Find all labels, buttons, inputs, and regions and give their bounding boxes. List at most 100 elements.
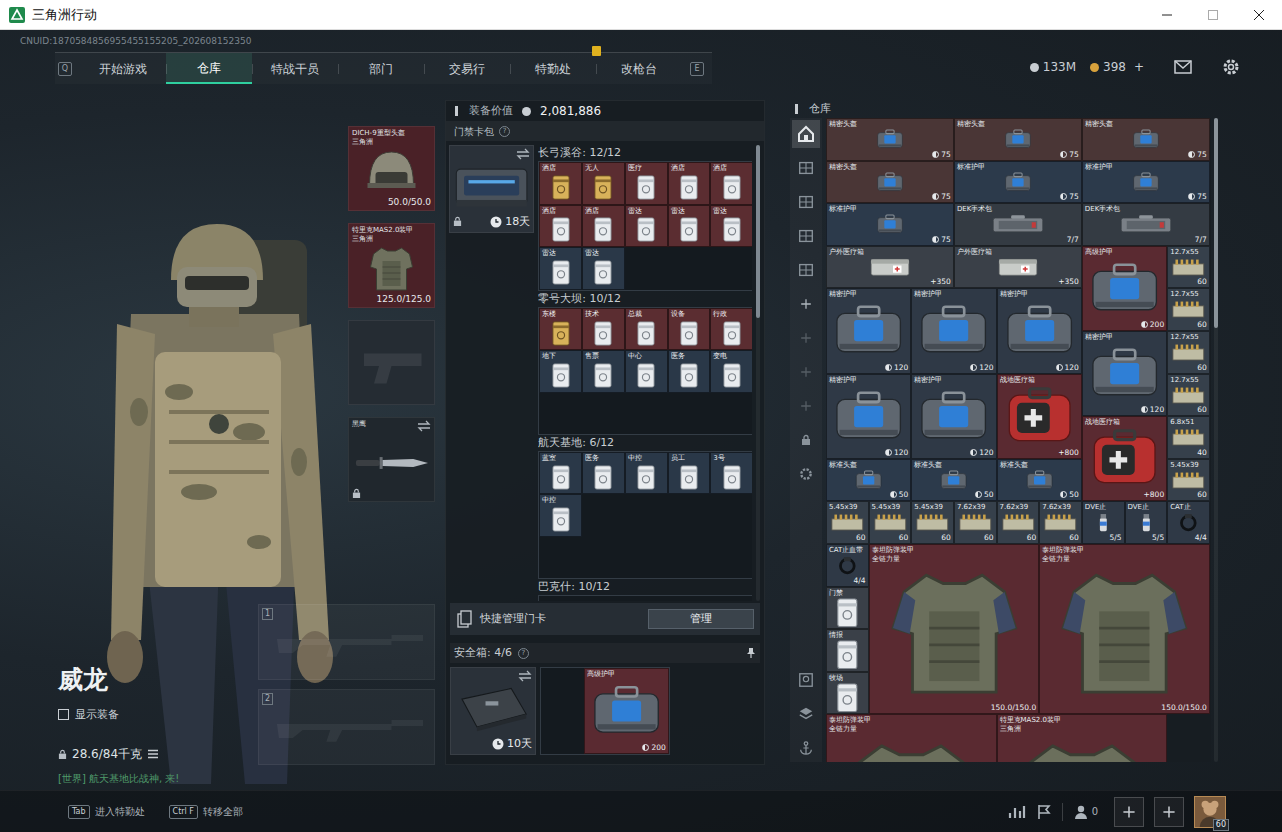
inventory-item[interactable]: 12.7x5560 [1167, 288, 1210, 331]
sidebar-tab[interactable] [792, 358, 820, 386]
equipment-slot[interactable]: 特里克MAS2.0装甲三角洲125.0/125.0 [348, 223, 435, 308]
nav-tab[interactable]: 交易行 [424, 53, 510, 84]
help-button[interactable]: ? [499, 126, 510, 137]
keycard[interactable]: 变电 [710, 350, 752, 393]
inventory-item[interactable]: 5.45x3960 [911, 501, 954, 544]
inventory-item[interactable]: 户外医疗箱+350 [954, 246, 1082, 289]
keycard[interactable]: 酒店 [582, 205, 625, 248]
inventory-item[interactable]: DVE止5/5 [1082, 501, 1125, 544]
swap-icon[interactable] [516, 148, 530, 160]
key-hint[interactable]: Ctrl F转移全部 [169, 804, 243, 819]
inventory-item[interactable]: 牧场 [826, 672, 869, 715]
show-gear-toggle[interactable]: 显示装备 [58, 707, 258, 724]
checkbox[interactable] [58, 709, 69, 720]
inventory-item[interactable]: 标准护甲75 [826, 203, 954, 246]
inventory-item[interactable]: 特里克MAS2.0装甲三角洲 [997, 714, 1168, 762]
keycard[interactable]: 员工 [668, 452, 711, 495]
keycard[interactable]: 3号 [710, 452, 752, 495]
friends-count[interactable]: 0 [1073, 804, 1098, 820]
weapon-slot[interactable]: 1 [258, 604, 435, 680]
manage-button[interactable]: 管理 [648, 609, 754, 630]
inventory-item[interactable]: 精密护甲120 [911, 374, 996, 459]
equipment-slot[interactable]: DICH-9重型头盔三角洲50.0/50.0 [348, 126, 435, 211]
sidebar-tab[interactable] [792, 426, 820, 454]
pin-icon[interactable] [746, 647, 756, 659]
keycard[interactable]: 酒店 [668, 162, 711, 205]
inventory-item[interactable]: 5.45x3960 [869, 501, 912, 544]
inventory-item[interactable]: 标准头盔50 [826, 459, 911, 502]
keycard[interactable]: 酒店 [539, 162, 582, 205]
keycard[interactable]: 设备 [668, 308, 711, 351]
inventory-item[interactable]: 7.62x3960 [997, 501, 1040, 544]
sidebar-tab[interactable] [792, 256, 820, 284]
inventory-item[interactable]: 泰坦防弹装甲全链力量150.0/150.0 [869, 544, 1040, 714]
keycard[interactable]: 蓝室 [539, 452, 582, 495]
nav-tab[interactable]: 开始游戏 [80, 53, 166, 84]
maximize-icon[interactable] [1190, 0, 1236, 30]
sidebar-tab[interactable] [792, 392, 820, 420]
swap-icon[interactable] [518, 670, 532, 682]
scroll-thumb[interactable] [756, 145, 760, 318]
keycard[interactable]: 无人 [582, 162, 625, 205]
inventory-item[interactable]: 泰坦防弹装甲全链力量150.0/150.0 [1039, 544, 1210, 714]
nav-tab[interactable]: 改枪台 [596, 53, 682, 84]
keycard[interactable]: 行政 [710, 308, 752, 351]
inventory-item[interactable]: CAT止4/4 [1167, 501, 1210, 544]
nav-tab[interactable]: 特战干员 [252, 53, 338, 84]
keycard[interactable]: 医疗 [625, 162, 668, 205]
sidebar-tab[interactable] [792, 324, 820, 352]
keycard[interactable]: 地下 [539, 350, 582, 393]
close-icon[interactable] [1236, 0, 1282, 30]
inventory-item[interactable]: 12.7x5560 [1167, 331, 1210, 374]
inventory-item[interactable]: 精密护甲120 [1082, 331, 1167, 416]
inventory-item[interactable]: 精密护甲120 [826, 288, 911, 373]
keycard-pack[interactable]: 18天 [449, 145, 534, 233]
next-key[interactable]: E [690, 62, 704, 76]
chart-icon[interactable] [1008, 804, 1026, 820]
sidebar-tab[interactable] [792, 734, 820, 762]
inventory-item[interactable]: 户外医疗箱+350 [826, 246, 954, 289]
list-icon[interactable] [147, 749, 159, 759]
inventory-item[interactable]: DEK手术包7/7 [954, 203, 1082, 246]
inventory-item[interactable]: 5.45x3960 [1167, 459, 1210, 502]
add-teammate-icon[interactable] [1114, 797, 1144, 827]
inventory-item[interactable]: 精密头盔75 [954, 118, 1082, 161]
sidebar-tab[interactable] [792, 222, 820, 250]
inventory-item[interactable]: 精密头盔75 [826, 118, 954, 161]
keycard[interactable]: 技术 [582, 308, 625, 351]
scrollbar[interactable] [756, 145, 760, 601]
inventory-item[interactable]: 精密头盔75 [1082, 118, 1210, 161]
prev-key[interactable]: Q [58, 62, 72, 76]
inventory-item[interactable]: DVE止5/5 [1125, 501, 1168, 544]
keycard[interactable]: 酒店 [710, 162, 752, 205]
inventory-item[interactable]: 精密护甲120 [826, 374, 911, 459]
player-avatar[interactable]: 60 [1194, 796, 1226, 828]
minimize-icon[interactable] [1144, 0, 1190, 30]
swap-icon[interactable] [417, 420, 431, 432]
weapon-slot[interactable]: 2 [258, 689, 435, 765]
add-currency-button[interactable]: + [1134, 58, 1144, 76]
keycard[interactable]: 医务 [668, 350, 711, 393]
flag-icon[interactable] [1036, 804, 1052, 820]
inventory-item[interactable]: 门禁 [826, 587, 869, 630]
help-button[interactable]: ? [518, 648, 529, 659]
inventory-item[interactable]: 情报 [826, 629, 869, 672]
inventory-item[interactable]: 5.45x3960 [826, 501, 869, 544]
add-teammate-icon[interactable] [1154, 797, 1184, 827]
nav-tab[interactable]: 部门 [338, 53, 424, 84]
chat-message[interactable]: [世界] 航天基地比战神, 来! [58, 771, 258, 786]
inventory-item[interactable]: 泰坦防弹装甲全链力量 [826, 714, 997, 762]
gear-icon[interactable] [1222, 58, 1240, 76]
keycard[interactable]: 售票 [582, 350, 625, 393]
inventory-item[interactable]: 6.8x5140 [1167, 416, 1210, 459]
inventory-item[interactable]: 精密护甲120 [911, 288, 996, 373]
keycard[interactable]: 总裁 [625, 308, 668, 351]
inventory-item[interactable]: 高级护甲200 [584, 668, 669, 754]
inventory-item[interactable]: CAT止血带4/4 [826, 544, 869, 587]
keycard[interactable]: 雷达 [710, 205, 752, 248]
inventory-item[interactable]: 12.7x5560 [1167, 374, 1210, 417]
inventory-item[interactable]: 12.7x5560 [1167, 246, 1210, 289]
sidebar-tab[interactable] [792, 188, 820, 216]
inventory-item[interactable]: 高级护甲200 [1082, 246, 1167, 331]
scrollbar[interactable] [1214, 118, 1218, 762]
